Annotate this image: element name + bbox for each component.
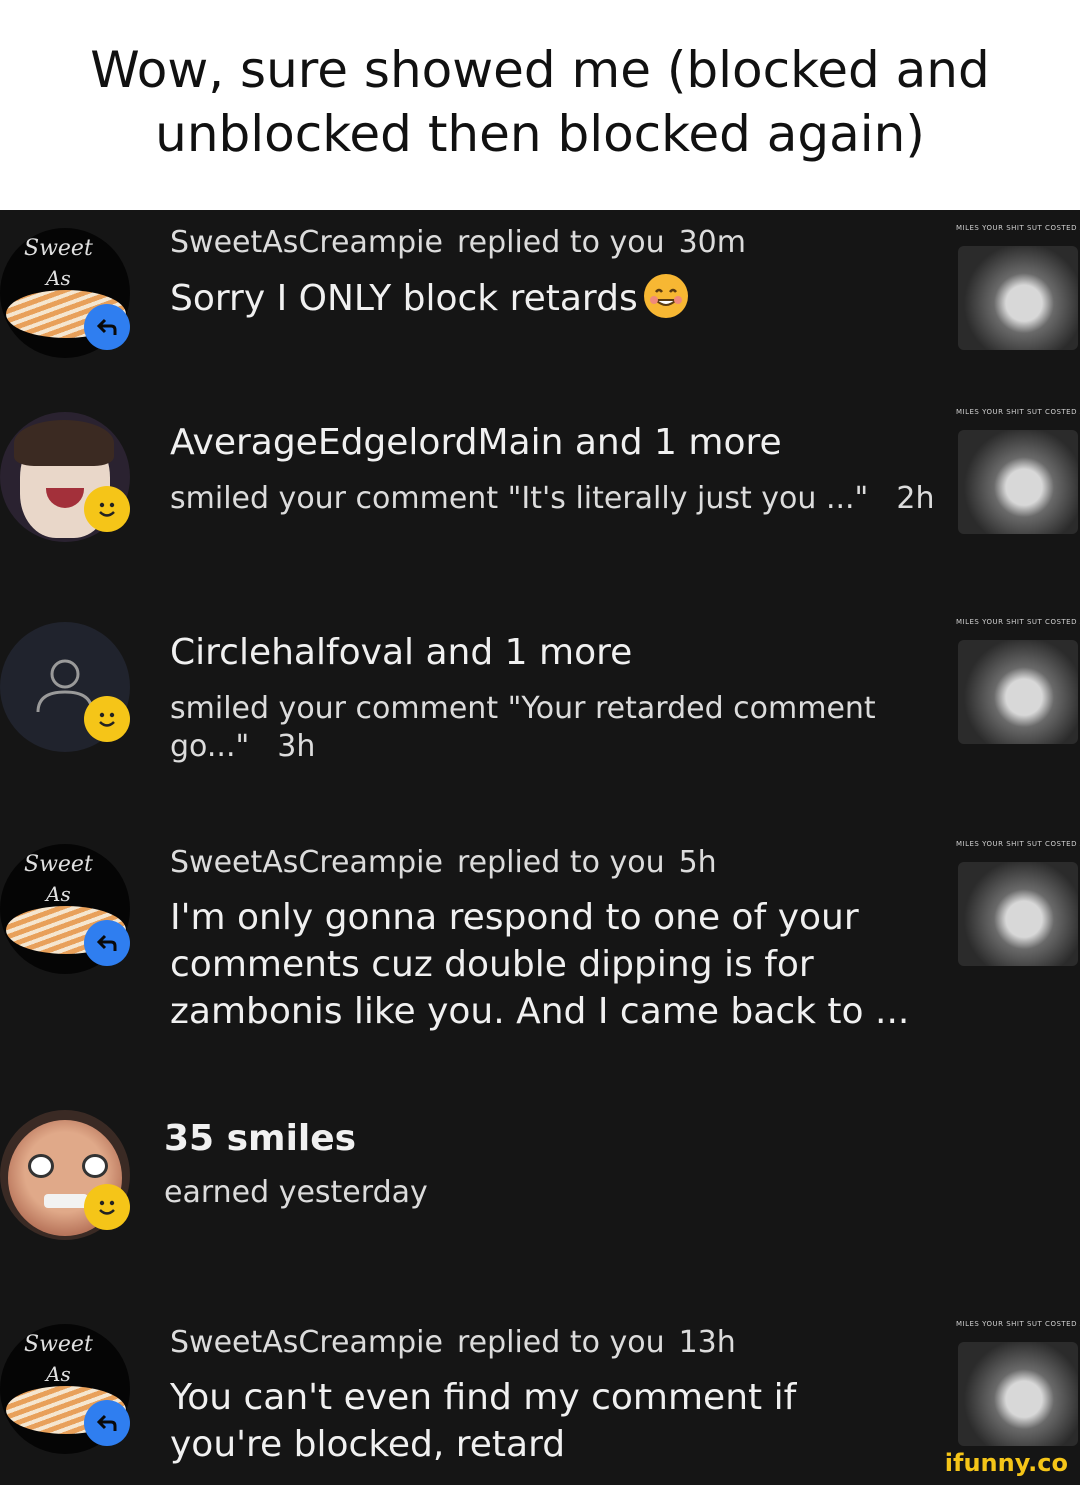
detail-text: smiled your comment "It's literally just… — [170, 481, 869, 516]
timestamp: 2h — [896, 481, 935, 516]
thumbnail-image — [958, 430, 1078, 534]
post-thumbnail[interactable]: MILES YOUR SHIT SUT COSTED ALL THE AWARD… — [956, 1320, 1080, 1450]
post-thumbnail[interactable]: MILES YOUR SHIT SUT COSTED ALL THE AWARD… — [956, 618, 1080, 748]
notification-detail: smiled your comment "It's literally just… — [170, 480, 934, 518]
ifunny-watermark: ifunny.co — [944, 1449, 1068, 1477]
notification-reply[interactable]: Sweet As SweetAsCreampie replied to you 13… — [0, 1320, 1080, 1480]
username[interactable]: SweetAsCreampie — [170, 225, 443, 260]
timestamp: 13h — [678, 1325, 736, 1360]
detail-text: smiled your comment "Your retarded comme… — [170, 691, 876, 764]
post-thumbnail[interactable]: MILES YOUR SHIT SUT COSTED ALL THE AWARD… — [956, 224, 1080, 354]
thumbnail-caption: MILES YOUR SHIT SUT COSTED ALL THE AWARD… — [956, 840, 1080, 848]
notification-meta: SweetAsCreampie replied to you 5h — [170, 844, 910, 882]
username[interactable]: SweetAsCreampie — [170, 845, 443, 880]
avatar-text-line1: Sweet — [24, 236, 93, 261]
smile-icon — [84, 486, 130, 532]
notification-smiles-earned[interactable]: 35 smiles earned yesterday — [0, 1106, 1080, 1246]
thumbnail-image — [958, 862, 1078, 966]
smiles-detail: earned yesterday — [164, 1175, 428, 1210]
post-thumbnail[interactable]: MILES YOUR SHIT SUT COSTED ALL THE AWARD… — [956, 408, 1080, 538]
thumbnail-caption: MILES YOUR SHIT SUT COSTED ALL THE AWARD… — [956, 1320, 1080, 1328]
reply-body: Sorry I ONLY block retards — [170, 274, 910, 322]
smiles-count: 35 smiles — [164, 1118, 357, 1159]
thumbnail-caption: MILES YOUR SHIT SUT COSTED ALL THE AWARD… — [956, 618, 1080, 626]
reply-text: Sorry I ONLY block retards — [170, 278, 638, 319]
notification-detail: smiled your comment "Your retarded comme… — [170, 690, 890, 766]
avatar-text-line2: As — [46, 882, 71, 906]
smiling-face-emoji — [643, 274, 688, 318]
thumbnail-image — [958, 1342, 1078, 1446]
reply-text: I'm only gonna respond to one of your co… — [170, 897, 910, 1032]
action-text: replied to you — [456, 845, 665, 880]
thumbnail-image — [958, 246, 1078, 350]
action-text: replied to you — [456, 225, 665, 260]
notification-meta: SweetAsCreampie replied to you 13h — [170, 1324, 910, 1362]
notification-reply[interactable]: Sweet As SweetAsCreampie replied to you 5h… — [0, 840, 1080, 1040]
smile-icon — [84, 696, 130, 742]
reply-icon — [84, 304, 130, 350]
thumbnail-caption: MILES YOUR SHIT SUT COSTED ALL THE AWARD… — [956, 408, 1080, 416]
reply-icon — [84, 1400, 130, 1446]
notification-headline: AverageEdgelordMain and 1 more — [170, 422, 782, 463]
reply-text: You can't even find my comment if you're… — [170, 1377, 797, 1465]
notification-smile[interactable]: AverageEdgelordMain and 1 more smiled yo… — [0, 408, 1080, 548]
timestamp: 5h — [678, 845, 717, 880]
thumbnail-image — [958, 640, 1078, 744]
username[interactable]: SweetAsCreampie — [170, 1325, 443, 1360]
meme-caption: Wow, sure showed me (blocked and unblock… — [90, 41, 990, 163]
timestamp: 30m — [678, 225, 746, 260]
thumbnail-caption: MILES YOUR SHIT SUT COSTED ALL THE AWARD… — [956, 224, 1080, 232]
avatar-text-line1: Sweet — [24, 1332, 93, 1357]
avatar-text-line2: As — [46, 266, 71, 290]
notification-smile[interactable]: Circlehalfoval and 1 more smiled your co… — [0, 618, 1080, 764]
meme-caption-area: Wow, sure showed me (blocked and unblock… — [0, 0, 1080, 210]
notification-meta: SweetAsCreampie replied to you 30m — [170, 224, 910, 262]
notification-feed: Sweet As SweetAsCreampie replied to you 30… — [0, 210, 1080, 1485]
reply-icon — [84, 920, 130, 966]
avatar-text-line2: As — [46, 1362, 71, 1386]
action-text: replied to you — [456, 1325, 665, 1360]
post-thumbnail[interactable]: MILES YOUR SHIT SUT COSTED ALL THE AWARD… — [956, 840, 1080, 970]
timestamp: 3h — [277, 729, 316, 764]
smile-icon — [84, 1184, 130, 1230]
notification-reply[interactable]: Sweet As SweetAsCreampie replied to you 30… — [0, 224, 1080, 364]
notification-headline: Circlehalfoval and 1 more — [170, 632, 633, 673]
avatar-text-line1: Sweet — [24, 852, 93, 877]
